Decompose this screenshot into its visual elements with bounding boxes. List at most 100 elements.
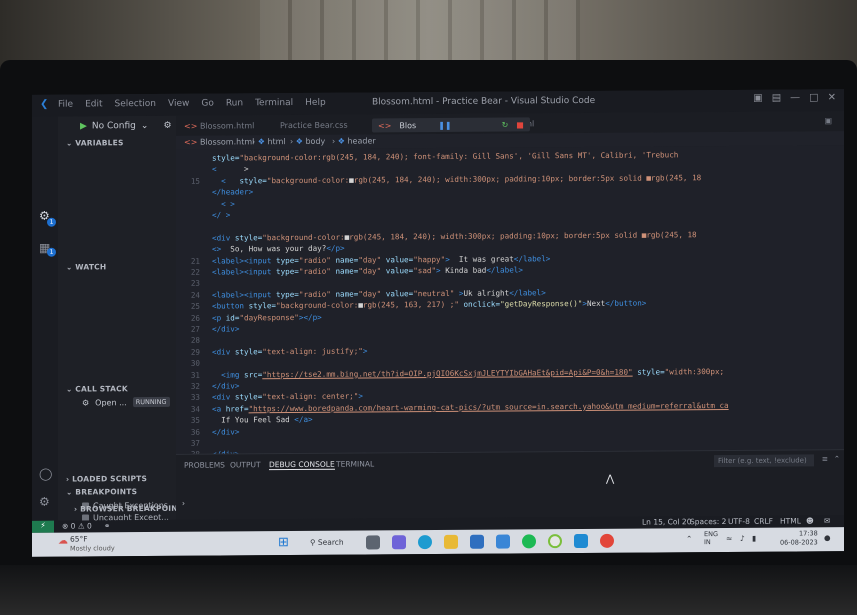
menu-item-go[interactable]: Go bbox=[201, 99, 213, 109]
menu-item-edit[interactable]: Edit bbox=[85, 99, 102, 109]
maximize-button[interactable]: □ bbox=[809, 92, 818, 103]
remote-indicator[interactable]: ⚡ bbox=[32, 520, 54, 533]
tab-problems[interactable]: PROBLEMS bbox=[184, 460, 225, 469]
code-token: </header> bbox=[212, 187, 254, 197]
code-token: style= bbox=[248, 301, 277, 311]
code-token: "background-color: bbox=[262, 232, 345, 243]
code-token: ></p> bbox=[298, 312, 322, 322]
restart-icon[interactable]: ↻ bbox=[502, 120, 509, 129]
html-file-icon: <> bbox=[378, 120, 392, 130]
chevron-down-icon[interactable]: ⌄ bbox=[141, 121, 149, 131]
vscode-taskbar-icon[interactable] bbox=[574, 533, 588, 549]
maximize-panel-icon[interactable]: ⌃ bbox=[834, 454, 840, 463]
file-explorer-icon[interactable] bbox=[444, 534, 458, 549]
volume-icon[interactable]: ♪ bbox=[740, 534, 745, 543]
task-view-icon[interactable] bbox=[366, 535, 380, 550]
code-token: < > bbox=[212, 199, 235, 209]
account-icon[interactable]: ◯ bbox=[39, 467, 53, 481]
tab-output[interactable]: OUTPUT bbox=[230, 460, 261, 469]
browser-breakpoints-section[interactable]: › BROWSER BREAKPOINTS bbox=[74, 504, 189, 514]
code-token: "https://tse2.mm.bing.net/th?id=OIP.pjQI… bbox=[262, 367, 633, 379]
window-title: Blossom.html - Practice Bear - Visual St… bbox=[372, 95, 596, 108]
start-button-icon[interactable]: ⊞ bbox=[278, 535, 289, 550]
panel-toggle-icon[interactable]: ▤ bbox=[772, 93, 781, 104]
console-prompt-icon[interactable]: › bbox=[182, 499, 185, 508]
weather-icon[interactable]: ☁ bbox=[58, 536, 68, 547]
debug-sidebar: ▶ No Config ⌄ ⚙ ⌄ VARIABLES ⌄ WATCH ⌄ CA… bbox=[58, 115, 176, 522]
tab-terminal[interactable]: TERMINAL bbox=[336, 459, 374, 468]
cursor-position[interactable]: Ln 15, Col 20 bbox=[642, 517, 691, 526]
loaded-scripts-section[interactable]: › LOADED SCRIPTS bbox=[66, 474, 147, 484]
code-token: <a bbox=[212, 404, 226, 414]
store-icon[interactable] bbox=[496, 534, 510, 549]
breadcrumb-header[interactable]: › ❖ header bbox=[332, 136, 376, 145]
menu-item-run[interactable]: Run bbox=[226, 98, 243, 108]
run-config-select[interactable]: No Config bbox=[92, 121, 136, 131]
menu-item-terminal[interactable]: Terminal bbox=[255, 98, 293, 108]
breadcrumb-html[interactable]: › ❖ html bbox=[252, 137, 286, 146]
menu-item-view[interactable]: View bbox=[168, 99, 189, 109]
notification-center-icon[interactable]: ● bbox=[824, 533, 831, 542]
broadcast-icon[interactable]: ⚭ bbox=[104, 521, 110, 530]
code-token: "neutral" bbox=[413, 288, 459, 298]
code-token: < bbox=[212, 176, 226, 186]
debug-target-label[interactable]: Blos bbox=[399, 121, 416, 130]
tab-label: Blossom.html bbox=[199, 121, 255, 131]
edge-icon[interactable] bbox=[418, 535, 432, 550]
language-indicator[interactable]: ENG IN bbox=[704, 530, 718, 546]
battery-icon[interactable]: ▮ bbox=[752, 534, 756, 543]
layout-toggle-icon[interactable]: ▣ bbox=[753, 93, 762, 104]
stop-icon[interactable]: ■ bbox=[516, 120, 524, 129]
menu-item-selection[interactable]: Selection bbox=[115, 99, 156, 109]
search-box[interactable]: ⚲ Search bbox=[310, 538, 344, 547]
feedback-icon[interactable]: ☻ bbox=[806, 516, 814, 525]
app-icon[interactable] bbox=[548, 534, 562, 549]
indentation[interactable]: Spaces: 2 bbox=[690, 517, 726, 526]
breakpoints-section[interactable]: ⌄ BREAKPOINTS bbox=[66, 487, 137, 496]
code-editor[interactable]: style= "background-color: rgb(245, 184, 24… bbox=[176, 145, 844, 459]
close-button[interactable]: ✕ bbox=[828, 92, 836, 103]
menu-item-file[interactable]: File bbox=[58, 100, 73, 110]
code-token: > bbox=[216, 164, 249, 174]
tab-debug-console[interactable]: DEBUG CONSOLE bbox=[269, 459, 335, 471]
code-token: value= bbox=[385, 254, 414, 264]
code-token: name= bbox=[335, 266, 359, 276]
clear-console-icon[interactable]: ≡ bbox=[822, 454, 828, 463]
menu-item-help[interactable]: Help bbox=[305, 98, 326, 108]
breadcrumb-file[interactable]: <> Blossom.html bbox=[184, 137, 254, 146]
code-token: <div bbox=[212, 392, 235, 402]
language-mode[interactable]: HTML bbox=[780, 516, 801, 525]
minimize-button[interactable]: — bbox=[790, 92, 800, 103]
config-gear-icon[interactable]: ⚙ bbox=[163, 121, 171, 131]
encoding[interactable]: UTF-8 bbox=[728, 517, 750, 526]
start-debug-icon[interactable]: ▶ bbox=[80, 121, 87, 131]
search-icon: ⚲ bbox=[310, 537, 316, 547]
tray-chevron-icon[interactable]: ⌃ bbox=[686, 534, 692, 543]
clock[interactable]: 17:38 06-08-2023 bbox=[780, 529, 818, 547]
wifi-icon[interactable]: ≈ bbox=[726, 534, 732, 543]
split-editor-icon[interactable]: ▣ bbox=[824, 116, 832, 125]
breadcrumb-body[interactable]: › ❖ body bbox=[290, 137, 325, 146]
line-number: 24 bbox=[190, 290, 200, 300]
tab-practice-bear-css[interactable]: Practice Bear.css bbox=[280, 121, 348, 130]
variables-section[interactable]: ⌄ VARIABLES bbox=[66, 138, 124, 147]
code-token: rgb(245, 184, 240); width:300px; padding… bbox=[349, 229, 697, 242]
watch-section[interactable]: ⌄ WATCH bbox=[66, 262, 106, 271]
spotify-icon[interactable] bbox=[522, 534, 536, 549]
problems-indicator[interactable]: ⊗ 0 ⚠ 0 bbox=[62, 521, 92, 530]
notifications-icon[interactable]: ✉ bbox=[824, 516, 830, 525]
console-filter-input[interactable]: Filter (e.g. text, !exclude) bbox=[714, 454, 814, 468]
line-ending[interactable]: CRLF bbox=[754, 517, 773, 526]
line-number: 31 bbox=[190, 370, 200, 380]
chrome-icon[interactable] bbox=[600, 533, 614, 548]
code-token: "happy" bbox=[413, 254, 446, 264]
code-text: If You Feel Sad </a> bbox=[212, 415, 312, 425]
call-stack-item[interactable]: ⚙ Open ... RUNNING bbox=[82, 396, 170, 408]
photos-icon[interactable] bbox=[470, 534, 484, 549]
code-token: > bbox=[358, 391, 363, 401]
settings-gear-icon[interactable]: ⚙ bbox=[39, 495, 53, 509]
pause-icon[interactable]: ❚❚ bbox=[438, 120, 451, 129]
tab-blossom[interactable]: <> Blossom.html bbox=[184, 121, 254, 130]
chat-icon[interactable] bbox=[392, 535, 406, 550]
call-stack-section[interactable]: ⌄ CALL STACK bbox=[66, 384, 128, 393]
